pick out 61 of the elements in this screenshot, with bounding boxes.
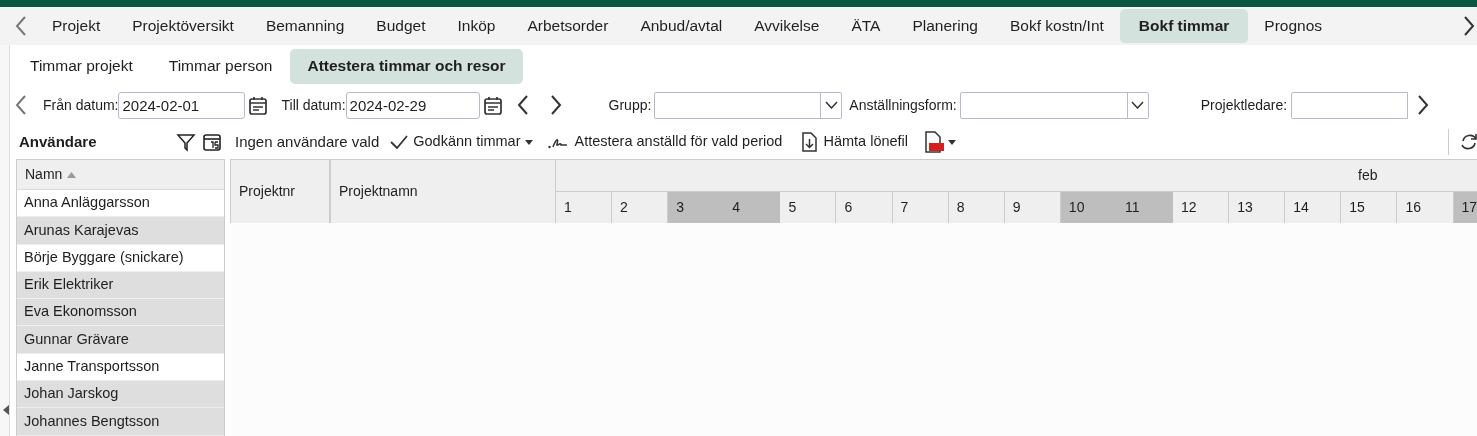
dropdown-field[interactable]	[959, 91, 1149, 119]
caret-icon[interactable]	[948, 139, 957, 145]
sub-tab[interactable]: Timmar projekt	[12, 48, 151, 84]
chevron-down-icon[interactable]	[824, 101, 838, 109]
nav-tab[interactable]: Planering	[896, 9, 994, 43]
nav-tab[interactable]: Budget	[360, 9, 442, 43]
filter-icon[interactable]	[176, 132, 196, 152]
column-header[interactable]: Projektnr	[230, 160, 330, 223]
field-label: Projektledare:	[1200, 95, 1288, 115]
date-field[interactable]: 2024-02-01	[118, 91, 246, 119]
nav-tab[interactable]: ÄTA	[835, 9, 897, 43]
day-header: 11	[1116, 191, 1174, 223]
day-header: 3	[668, 191, 725, 223]
nav-tab[interactable]: Anbud/avtal	[624, 9, 739, 43]
nav-tab[interactable]: Arbetsorder	[511, 9, 625, 43]
nav-tab[interactable]: Prognos	[1248, 9, 1339, 43]
pdf-file-icon[interactable]	[924, 131, 945, 153]
caret-icon[interactable]	[525, 139, 534, 145]
text-field[interactable]	[1291, 91, 1409, 119]
nav-tab[interactable]: Projektöversikt	[116, 9, 250, 43]
status-text: Ingen användare vald	[235, 131, 380, 152]
nav-tab[interactable]: Avvikelse	[738, 9, 836, 43]
download-button[interactable]: Hämta lönefil	[801, 131, 909, 153]
chevron-down-icon[interactable]	[1131, 101, 1145, 109]
nav-tab[interactable]: Inköp	[441, 9, 512, 43]
calendar-icon[interactable]	[249, 95, 268, 115]
file-download-icon[interactable]	[801, 132, 818, 152]
chevron-right-icon[interactable]	[1417, 94, 1430, 116]
user-row[interactable]: Erik Elektriker	[17, 271, 224, 300]
chevron-right-icon[interactable]	[1463, 15, 1475, 37]
user-row[interactable]: Johannes Bengtsson	[17, 408, 224, 436]
date-field[interactable]: 2024-02-29	[345, 91, 480, 119]
nav-tab[interactable]: Bokf timmar	[1119, 9, 1249, 43]
calendar-icon[interactable]	[202, 132, 222, 152]
field-label: Från datum:	[43, 95, 119, 115]
user-row[interactable]: Gunnar Grävare	[17, 326, 224, 354]
column-header[interactable]: Namn	[25, 164, 63, 185]
sub-tab[interactable]: Timmar person	[150, 48, 291, 84]
sub-tab[interactable]: Attestera timmar och resor	[290, 48, 523, 84]
chevron-left-icon[interactable]	[516, 94, 529, 116]
dropdown-field[interactable]	[654, 91, 843, 119]
user-row[interactable]: Arunas Karajevas	[17, 217, 224, 245]
panel-title: Användare	[19, 131, 98, 152]
field-label: Till datum:	[281, 95, 346, 115]
nav-tab[interactable]: Bokf kostn/Int	[993, 9, 1120, 43]
approve-hours-button[interactable]: Godkänn timmar	[390, 131, 534, 153]
month-header: feb	[1358, 165, 1378, 185]
chevron-right-icon[interactable]	[549, 94, 562, 116]
day-header: 4	[724, 191, 781, 223]
nav-tab[interactable]: Projekt	[36, 9, 117, 43]
checkmark-icon[interactable]	[390, 135, 409, 149]
calendar-icon[interactable]	[483, 95, 502, 115]
collapse-handle-icon[interactable]	[3, 405, 9, 415]
user-row[interactable]: Johan Jarskog	[17, 381, 224, 409]
field-label: Grupp:	[608, 95, 652, 115]
field-label: Anställningsform:	[849, 95, 957, 115]
refresh-icon[interactable]	[1461, 132, 1477, 152]
nav-tab[interactable]: Bemanning	[249, 9, 361, 43]
day-header: 10	[1060, 191, 1117, 223]
attest-button[interactable]: Attestera anställd för vald period	[548, 131, 783, 153]
user-row[interactable]: Eva Ekonomsson	[17, 299, 224, 327]
